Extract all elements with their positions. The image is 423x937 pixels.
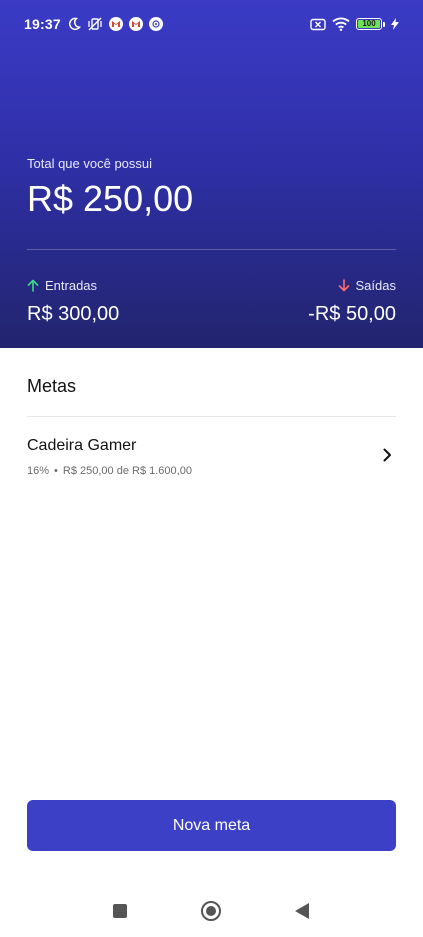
back-button[interactable] — [272, 884, 332, 937]
battery-level: 100 — [362, 19, 376, 28]
status-bar-right: 100 — [310, 17, 399, 31]
income-label: Entradas — [45, 278, 98, 293]
goal-progress: 16% • R$ 250,00 de R$ 1.600,00 — [27, 465, 192, 477]
arrow-up-icon — [27, 279, 39, 292]
arrow-down-icon — [338, 279, 350, 292]
income-label-row: Entradas — [27, 278, 97, 293]
app-notification-icon — [148, 17, 163, 31]
back-icon — [294, 902, 310, 920]
new-goal-button[interactable]: Nova meta — [27, 800, 396, 851]
status-time: 19:37 — [24, 16, 61, 32]
wifi-icon — [332, 17, 350, 31]
home-icon — [200, 900, 222, 922]
recent-apps-icon — [112, 903, 128, 919]
mute-vibrate-icon — [87, 17, 103, 31]
chevron-right-icon — [382, 448, 392, 462]
battery-icon: 100 — [356, 18, 385, 30]
goal-percent: 16% — [27, 465, 50, 477]
status-bar: 19:37 100 — [0, 0, 423, 48]
recent-apps-button[interactable] — [90, 884, 150, 937]
header-divider — [27, 249, 396, 250]
gmail-icon — [128, 17, 143, 31]
gmail-icon — [108, 17, 123, 31]
goal-name: Cadeira Gamer — [27, 437, 137, 454]
income-value: R$ 300,00 — [27, 303, 120, 325]
system-nav-bar — [0, 884, 423, 937]
expense-label: Saídas — [355, 278, 396, 293]
goal-progress-text: R$ 250,00 de R$ 1.600,00 — [62, 465, 192, 477]
total-balance-label: Total que você possui — [27, 156, 153, 171]
expense-value: -R$ 50,00 — [308, 303, 396, 325]
total-balance-value: R$ 250,00 — [27, 178, 194, 219]
goal-separator: • — [54, 465, 58, 477]
moon-icon — [67, 17, 81, 31]
goals-divider — [27, 416, 396, 417]
status-bar-left: 19:37 — [24, 16, 163, 32]
no-sim-icon — [310, 18, 326, 31]
goal-item[interactable]: Cadeira Gamer 16% • R$ 250,00 de R$ 1.60… — [27, 430, 396, 486]
goals-section-title: Metas — [27, 376, 77, 396]
expense-label-row: Saídas — [338, 278, 396, 293]
charging-icon — [391, 18, 399, 30]
balance-header: 19:37 100 Total que você possui R$ 250,0… — [0, 0, 423, 348]
home-button[interactable] — [181, 884, 241, 937]
